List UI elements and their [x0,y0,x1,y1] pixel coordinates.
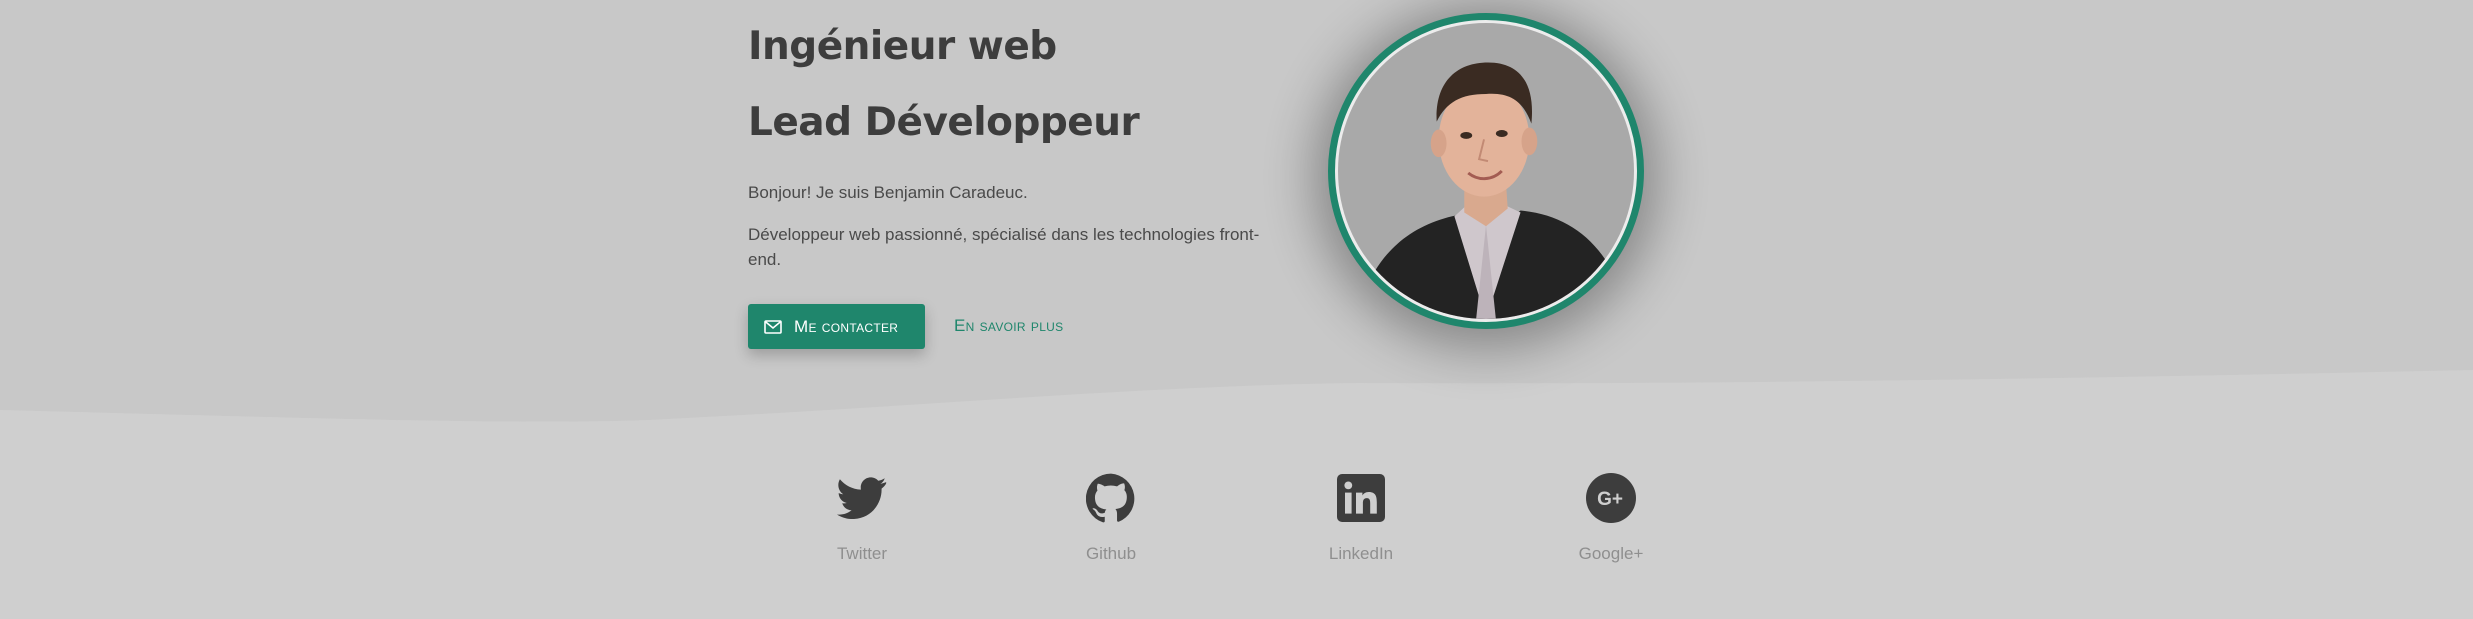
avatar [1328,13,1644,329]
github-icon [1086,470,1136,526]
google-plus-icon: G+ [1586,470,1636,526]
page-content: Ingénieur web Lead Développeur Bonjour! … [0,0,2473,619]
social-label-linkedin: LinkedIn [1328,544,1394,563]
learn-more-link[interactable]: En savoir plus [954,316,1063,336]
intro-text: Bonjour! Je suis Benjamin Caradeuc. [748,183,1028,202]
envelope-icon [764,319,782,334]
social-label-github: Github [1085,544,1137,563]
headline-job-title: Ingénieur web [748,24,1057,69]
social-label-google-plus: Google+ [1578,544,1644,563]
headline-role: Lead Développeur [748,100,1140,145]
contact-button[interactable]: Me contacter [748,304,925,349]
social-link-twitter[interactable]: Twitter [782,470,942,564]
linkedin-icon [1337,470,1385,526]
social-link-linkedin[interactable]: LinkedIn [1281,470,1441,564]
description-text: Développeur web passionné, spécialisé da… [748,225,1260,269]
twitter-icon [837,470,887,526]
social-link-google-plus[interactable]: G+ Google+ [1531,470,1691,564]
profile-photo [1338,23,1634,319]
contact-button-label: Me contacter [794,316,899,336]
svg-text:G+: G+ [1597,489,1623,510]
social-link-github[interactable]: Github [1031,470,1191,564]
social-label-twitter: Twitter [836,544,888,563]
